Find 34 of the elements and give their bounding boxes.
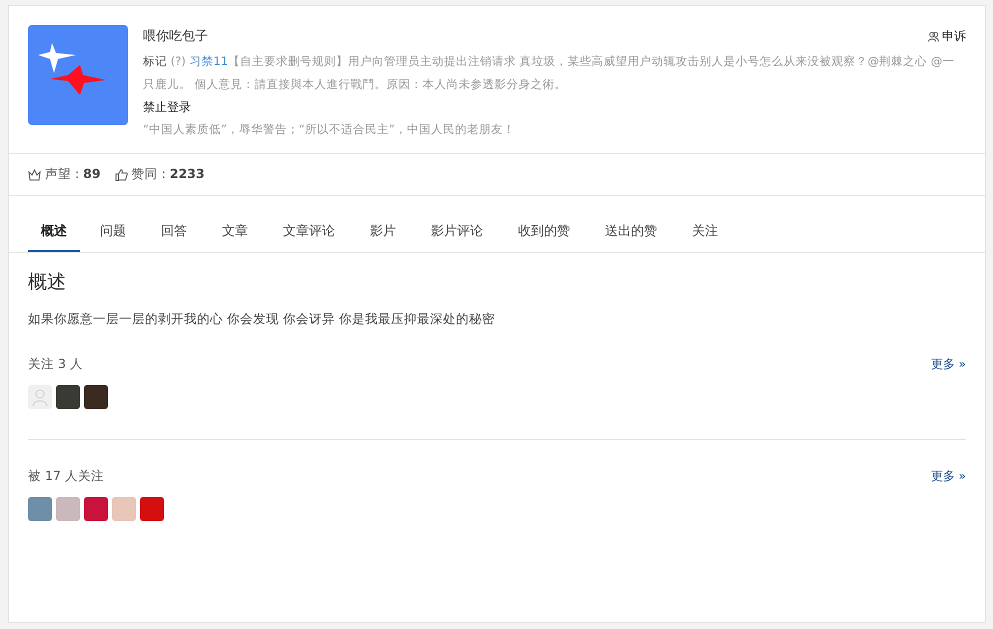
photo-placeholder[interactable] (84, 385, 108, 409)
account-status: 禁止登录 (143, 99, 192, 116)
section-heading: 概述 (28, 270, 67, 295)
profile-tab[interactable]: 文章 (207, 212, 263, 252)
more-link[interactable]: 更多 » (930, 468, 966, 485)
follow-count-heading: 被 17 人关注 (28, 468, 104, 485)
photo-placeholder[interactable] (56, 385, 80, 409)
appeal-link[interactable]: 申诉 (928, 28, 966, 44)
stat-value: 赞同 : 2233 (132, 166, 205, 183)
profile-tab[interactable]: 问题 (85, 212, 141, 252)
user-signature: “中国人素质低”，辱华警告；“所以不适合民主”，中国人民的老朋友！ (143, 121, 516, 138)
photo-placeholder[interactable] (56, 497, 80, 521)
follow-count-heading: 关注 3 人 (28, 356, 83, 373)
intro-text: 如果你愿意一层一层的剥开我的心 你会发现 你会讶异 你是我最压抑最深处的秘密 (28, 311, 496, 328)
more-link[interactable]: 更多 » (930, 356, 966, 373)
profile-tab[interactable]: 关注 (677, 212, 733, 252)
user-name: 喂你吃包子 (143, 28, 208, 45)
users-icon (928, 30, 939, 42)
profile-tab[interactable]: 收到的赞 (503, 212, 585, 252)
profile-tab[interactable]: 文章评论 (268, 212, 350, 252)
profile-tab[interactable]: 概述 (28, 212, 80, 252)
ban-note-text: 标记 (?) 习禁11【自主要求删号规则】用户向管理员主动提出注销请求 真垃圾，某些高威望用户动辄攻击别人是小号怎么从来没被观察？@荆棘之心 @一只鹿儿。 個人意見：請直接與本人進行戰鬥。原因：本人尚未参透影分身之術。 (143, 53, 956, 93)
photo-placeholder[interactable] (84, 497, 108, 521)
photo-placeholder[interactable] (112, 497, 136, 521)
photo-placeholder[interactable] (140, 497, 164, 521)
profile-tab[interactable]: 送出的赞 (590, 212, 672, 252)
thumbs-up-icon (114, 168, 128, 180)
photo-placeholder[interactable] (28, 497, 52, 521)
crown-icon (28, 168, 41, 180)
stat-value: 声望 : 89 (45, 166, 101, 183)
default-avatar-icon[interactable] (28, 385, 52, 409)
profile-tab[interactable]: 影片评论 (416, 212, 498, 252)
profile-tab[interactable]: 影片 (355, 212, 411, 252)
profile-tab[interactable]: 回答 (146, 212, 202, 252)
